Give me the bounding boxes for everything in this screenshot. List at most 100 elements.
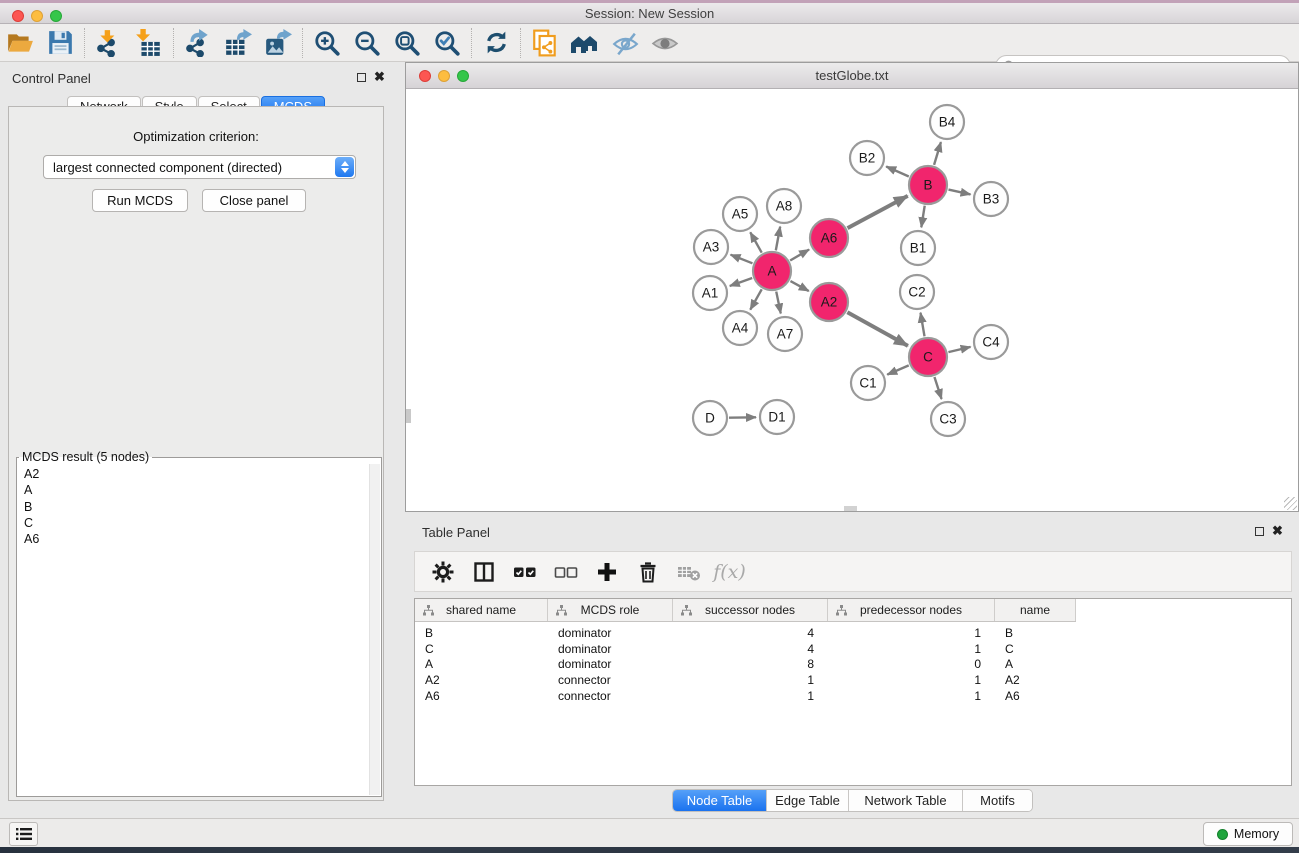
criterion-dropdown[interactable]: largest connected component (directed) bbox=[43, 155, 356, 179]
close-panel-button[interactable]: Close panel bbox=[202, 189, 306, 212]
import-network-button[interactable] bbox=[89, 26, 129, 60]
table-row[interactable]: Adominator80A bbox=[415, 657, 1076, 673]
graph-node-B[interactable]: B bbox=[909, 166, 947, 204]
zoom-network-button[interactable] bbox=[457, 70, 469, 82]
tab-network-table[interactable]: Network Table bbox=[848, 790, 962, 811]
select-all-button[interactable] bbox=[506, 555, 543, 589]
result-item[interactable]: A6 bbox=[24, 531, 369, 547]
resize-grip-icon[interactable] bbox=[1284, 497, 1297, 510]
result-item[interactable]: A2 bbox=[24, 466, 369, 482]
close-panel-icon[interactable]: ✖ bbox=[1272, 526, 1283, 536]
column-header-successor-nodes[interactable]: successor nodes bbox=[673, 599, 828, 621]
memory-button[interactable]: Memory bbox=[1203, 822, 1293, 846]
zoom-window-button[interactable] bbox=[50, 10, 62, 22]
show-panel-list-button[interactable] bbox=[9, 822, 38, 846]
show-all-button[interactable] bbox=[645, 26, 685, 60]
close-network-button[interactable] bbox=[419, 70, 431, 82]
function-builder-button[interactable]: f(x) bbox=[711, 555, 748, 589]
graph-node-A4[interactable]: A4 bbox=[723, 311, 757, 345]
tab-node-table[interactable]: Node Table bbox=[673, 790, 766, 811]
graph-edge-A-A6[interactable] bbox=[790, 250, 809, 261]
column-header-predecessor-nodes[interactable]: predecessor nodes bbox=[828, 599, 995, 621]
graph-node-A1[interactable]: A1 bbox=[693, 276, 727, 310]
splitter-handle[interactable] bbox=[406, 409, 411, 423]
delete-table-button[interactable] bbox=[670, 555, 707, 589]
graph-edge-C-C1[interactable] bbox=[887, 365, 908, 374]
graph-node-A6[interactable]: A6 bbox=[810, 219, 848, 257]
graph-node-C4[interactable]: C4 bbox=[974, 325, 1008, 359]
result-item[interactable]: A bbox=[24, 482, 369, 498]
close-panel-icon[interactable]: ✖ bbox=[374, 72, 385, 82]
float-panel-icon[interactable] bbox=[1255, 527, 1264, 536]
graph-node-A2[interactable]: A2 bbox=[810, 283, 848, 321]
graph-edge-A-A3[interactable] bbox=[731, 255, 753, 264]
result-item[interactable]: B bbox=[24, 499, 369, 515]
graph-edge-A-A2[interactable] bbox=[790, 281, 808, 291]
refresh-view-button[interactable] bbox=[476, 26, 516, 60]
column-header-mcds-role[interactable]: MCDS role bbox=[548, 599, 673, 621]
run-mcds-button[interactable]: Run MCDS bbox=[92, 189, 188, 212]
zoom-in-button[interactable] bbox=[307, 26, 347, 60]
graph-node-A8[interactable]: A8 bbox=[767, 189, 801, 223]
table-row[interactable]: Bdominator41B bbox=[415, 626, 1076, 642]
graph-edge-C-C3[interactable] bbox=[934, 377, 941, 399]
graph-node-A5[interactable]: A5 bbox=[723, 197, 757, 231]
hide-selected-button[interactable] bbox=[605, 26, 645, 60]
graph-node-B3[interactable]: B3 bbox=[974, 182, 1008, 216]
zoom-fit-button[interactable] bbox=[387, 26, 427, 60]
graph-edge-B-B3[interactable] bbox=[948, 190, 970, 195]
graph-edge-C-C2[interactable] bbox=[921, 313, 925, 337]
tab-edge-table[interactable]: Edge Table bbox=[766, 790, 848, 811]
save-session-button[interactable] bbox=[40, 26, 80, 60]
graph-edge-C-C4[interactable] bbox=[948, 347, 970, 352]
graph-edge-A-A8[interactable] bbox=[776, 227, 780, 251]
graph-node-C1[interactable]: C1 bbox=[851, 366, 885, 400]
network-files-button[interactable] bbox=[525, 26, 565, 60]
result-scrollbar[interactable] bbox=[369, 464, 380, 795]
graph-edge-B-B2[interactable] bbox=[886, 166, 909, 176]
graph-node-C[interactable]: C bbox=[909, 338, 947, 376]
close-window-button[interactable] bbox=[12, 10, 24, 22]
float-panel-icon[interactable] bbox=[357, 73, 366, 82]
zoom-selected-button[interactable] bbox=[427, 26, 467, 60]
graph-edge-A-A1[interactable] bbox=[730, 278, 752, 286]
graph-edge-A-A5[interactable] bbox=[750, 232, 761, 252]
home-button[interactable] bbox=[565, 26, 605, 60]
add-column-button[interactable] bbox=[588, 555, 625, 589]
export-image-button[interactable] bbox=[258, 26, 298, 60]
export-network-button[interactable] bbox=[178, 26, 218, 60]
deselect-all-button[interactable] bbox=[547, 555, 584, 589]
open-file-button[interactable] bbox=[0, 26, 40, 60]
graph-node-B4[interactable]: B4 bbox=[930, 105, 964, 139]
import-table-button[interactable] bbox=[129, 26, 169, 60]
graph-node-C3[interactable]: C3 bbox=[931, 402, 965, 436]
graph-node-A7[interactable]: A7 bbox=[768, 317, 802, 351]
column-header-shared-name[interactable]: shared name bbox=[415, 599, 548, 621]
tab-motifs[interactable]: Motifs bbox=[962, 790, 1032, 811]
graph-edge-A-A4[interactable] bbox=[750, 289, 761, 309]
graph-node-A3[interactable]: A3 bbox=[694, 230, 728, 264]
graph-node-D1[interactable]: D1 bbox=[760, 400, 794, 434]
delete-column-button[interactable] bbox=[629, 555, 666, 589]
table-row[interactable]: A2connector11A2 bbox=[415, 673, 1076, 689]
export-table-button[interactable] bbox=[218, 26, 258, 60]
splitter-handle[interactable] bbox=[844, 506, 857, 511]
graph-node-C2[interactable]: C2 bbox=[900, 275, 934, 309]
graph-edge-B-B4[interactable] bbox=[934, 142, 941, 165]
network-canvas[interactable]: B4B2BB3A5A8A6A3B1AA1A2C2A4A7CC4C1C3DD1 bbox=[406, 89, 1298, 511]
show-columns-button[interactable] bbox=[465, 555, 502, 589]
graph-edge-B-B1[interactable] bbox=[921, 206, 924, 228]
table-row[interactable]: Cdominator41C bbox=[415, 642, 1076, 658]
graph-node-D[interactable]: D bbox=[693, 401, 727, 435]
graph-node-B2[interactable]: B2 bbox=[850, 141, 884, 175]
column-header-name[interactable]: name bbox=[995, 599, 1076, 621]
zoom-out-button[interactable] bbox=[347, 26, 387, 60]
graph-edge-A2-C[interactable] bbox=[847, 312, 908, 346]
table-row[interactable]: A6connector11A6 bbox=[415, 689, 1076, 705]
graph-node-A[interactable]: A bbox=[753, 252, 791, 290]
result-item[interactable]: C bbox=[24, 515, 369, 531]
minimize-network-button[interactable] bbox=[438, 70, 450, 82]
minimize-window-button[interactable] bbox=[31, 10, 43, 22]
table-options-button[interactable] bbox=[424, 555, 461, 589]
network-window-titlebar[interactable]: testGlobe.txt bbox=[406, 63, 1298, 89]
